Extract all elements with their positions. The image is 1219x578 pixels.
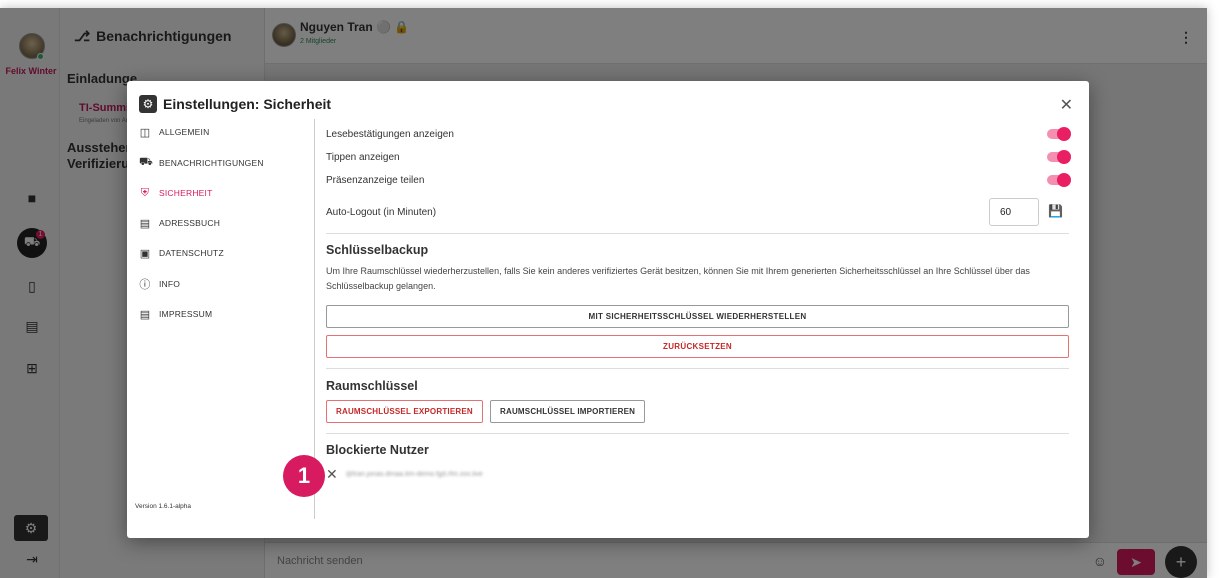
- app-version: Version 1.6.1-alpha: [135, 503, 192, 510]
- read-receipts-toggle[interactable]: [1047, 127, 1071, 141]
- setting-typing: Tippen anzeigen: [326, 147, 1071, 167]
- divider: [326, 433, 1069, 434]
- room-keys-heading: Raumschlüssel: [326, 379, 418, 393]
- document-icon: ▤: [139, 308, 151, 321]
- nav-info[interactable]: ⓘ INFO: [139, 274, 180, 294]
- nav-label: ALLGEMEIN: [159, 127, 210, 137]
- divider: [326, 368, 1069, 369]
- key-backup-heading: Schlüsselbackup: [326, 243, 429, 257]
- setting-read-receipts: Lesebestätigungen anzeigen: [326, 124, 1071, 144]
- setting-presence: Präsenzanzeige teilen: [326, 170, 1071, 190]
- blocked-user-id: @tran.jonas.dmaa.tim-demo.fgd.rfm.xxx.li…: [345, 470, 483, 478]
- close-icon[interactable]: ✕: [1060, 95, 1073, 115]
- nav-sicherheit[interactable]: ⛨ SICHERHEIT: [139, 183, 213, 203]
- setting-label: Lesebestätigungen anzeigen: [326, 128, 454, 140]
- nav-allgemein[interactable]: ◫ ALLGEMEIN: [139, 122, 210, 142]
- nav-label: ADRESSBUCH: [159, 218, 221, 228]
- divider: [326, 233, 1069, 234]
- nav-label: IMPRESSUM: [159, 309, 213, 319]
- nav-benachrichtigungen[interactable]: ⛟ BENACHRICHTIGUNGEN: [139, 153, 264, 173]
- app-window: Felix Winter ■ ⛟1 ▯ ▤ ⊞ ⚙ ⇥ ⎇ Benachrich…: [0, 8, 1207, 578]
- blocked-user-row: ✕ @tran.jonas.dmaa.tim-demo.fgd.rfm.xxx.…: [326, 466, 483, 482]
- nav-label: DATENSCHUTZ: [159, 248, 224, 258]
- nav-label: INFO: [159, 279, 181, 289]
- nav-label: SICHERHEIT: [159, 188, 213, 198]
- unblock-close-icon[interactable]: ✕: [326, 466, 338, 483]
- setting-label: Präsenzanzeige teilen: [326, 174, 425, 186]
- restore-with-key-button[interactable]: MIT SICHERHEITSSCHLÜSSEL WIEDERHERSTELLE…: [326, 305, 1069, 328]
- general-icon: ◫: [139, 126, 151, 139]
- setting-auto-logout: Auto-Logout (in Minuten): [326, 198, 1069, 226]
- settings-icon: ⚙: [139, 95, 157, 113]
- import-room-keys-button[interactable]: RAUMSCHLÜSSEL IMPORTIEREN: [490, 400, 646, 423]
- settings-nav: ◫ ALLGEMEIN ⛟ BENACHRICHTIGUNGEN ⛨ SICHERHE…: [127, 119, 315, 519]
- nav-adressbuch[interactable]: ▤ ADRESSBUCH: [139, 213, 220, 233]
- annotation-marker: 1: [283, 455, 325, 497]
- setting-label: Auto-Logout (in Minuten): [326, 206, 437, 218]
- nav-datenschutz[interactable]: ▣ DATENSCHUTZ: [139, 243, 224, 263]
- settings-content: Lesebestätigungen anzeigen Tippen anzeig…: [326, 123, 1071, 523]
- nav-label: BENACHRICHTIGUNGEN: [159, 158, 264, 168]
- key-backup-description: Um Ihre Raumschlüssel wiederherzustellen…: [326, 266, 1030, 291]
- dialog-title: Einstellungen: Sicherheit: [163, 96, 332, 112]
- addressbook-icon: ▤: [139, 217, 151, 230]
- auto-logout-input[interactable]: 60: [989, 198, 1039, 226]
- reset-button[interactable]: ZURÜCKSETZEN: [326, 335, 1069, 358]
- blocked-users-heading: Blockierte Nutzer: [326, 443, 429, 457]
- lock-icon: ▣: [139, 247, 151, 260]
- settings-dialog: ⚙ Einstellungen: Sicherheit ✕ ◫ ALLGEMEIN…: [127, 81, 1089, 538]
- export-room-keys-button[interactable]: RAUMSCHLÜSSEL EXPORTIEREN: [326, 400, 483, 423]
- typing-toggle[interactable]: [1047, 150, 1071, 164]
- shield-icon: ⛨: [140, 186, 150, 199]
- bell-icon: ⛟: [139, 156, 154, 168]
- nav-impressum[interactable]: ▤ IMPRESSUM: [139, 304, 212, 324]
- save-icon[interactable]: 💾: [1048, 204, 1063, 218]
- setting-label: Tippen anzeigen: [326, 151, 400, 163]
- presence-toggle[interactable]: [1047, 173, 1071, 187]
- info-icon: ⓘ: [139, 279, 151, 291]
